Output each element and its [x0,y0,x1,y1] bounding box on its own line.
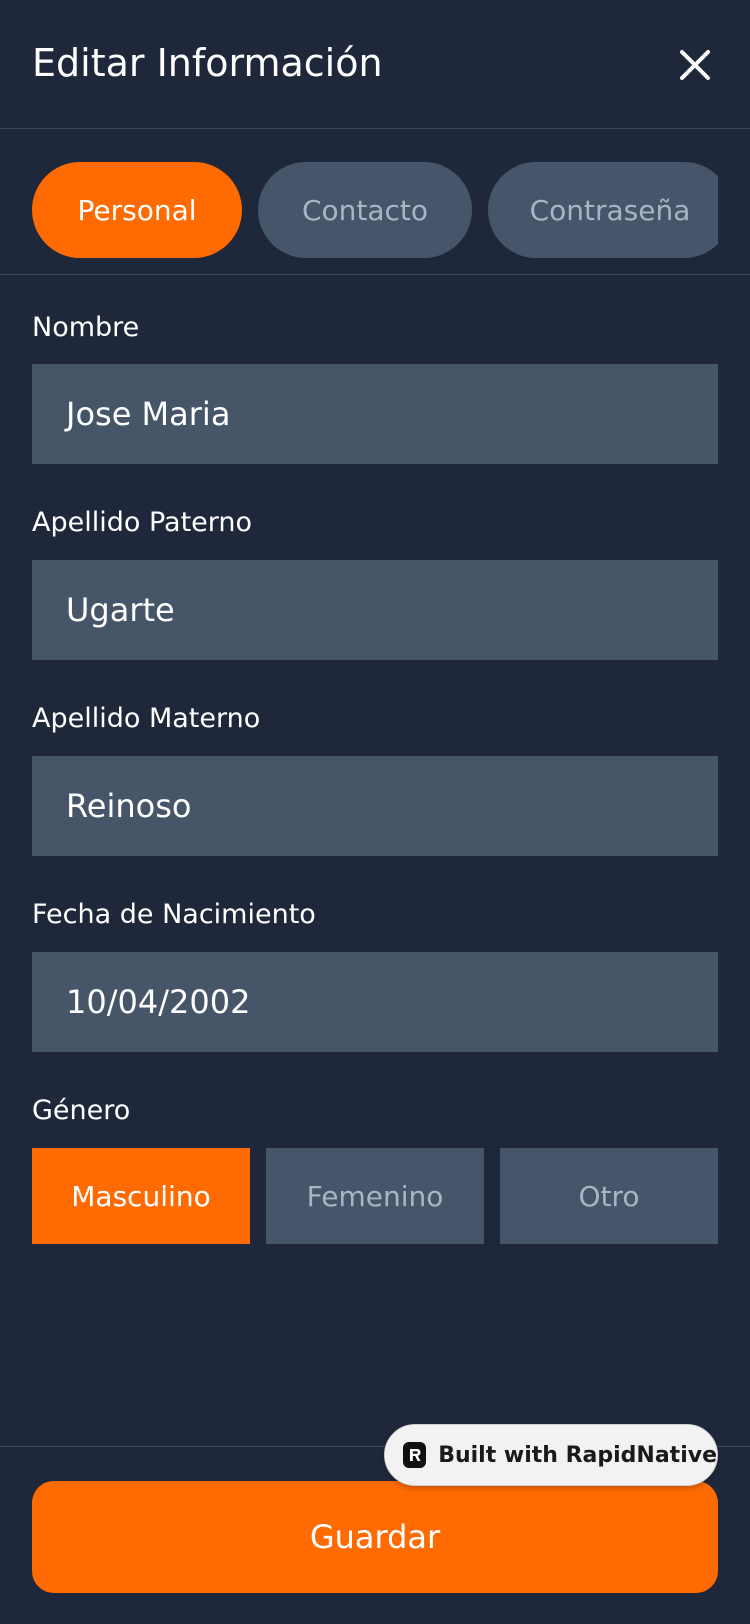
header: Editar Información [0,0,750,129]
apellido-materno-field[interactable]: Reinoso [32,756,718,856]
genero-label: Género [32,1095,131,1126]
fecha-nacimiento-field[interactable]: 10/04/2002 [32,952,718,1052]
gender-option-otro[interactable]: Otro [500,1148,718,1244]
built-with-badge[interactable]: Built with RapidNative [384,1424,718,1486]
rapidnative-logo-icon [403,1442,427,1468]
badge-label: Built with RapidNative [438,1442,717,1468]
close-icon [680,50,710,80]
nombre-field[interactable]: Jose Maria [32,364,718,464]
fecha-nacimiento-label: Fecha de Nacimiento [32,899,316,930]
gender-option-masculino[interactable]: Masculino [32,1148,250,1244]
nombre-label: Nombre [32,312,140,343]
save-button[interactable]: Guardar [32,1481,718,1593]
tab-personal[interactable]: Personal [32,162,242,258]
tab-contacto[interactable]: Contacto [258,162,472,258]
edit-info-screen: Editar Información Personal Contacto Con… [0,0,750,1624]
tabs-scroll[interactable]: Personal Contacto Contraseña [32,162,718,258]
page-title: Editar Información [32,41,383,85]
tab-contrasena[interactable]: Contraseña [488,162,718,258]
close-button[interactable] [672,42,718,88]
apellido-paterno-label: Apellido Paterno [32,507,253,538]
gender-option-femenino[interactable]: Femenino [266,1148,484,1244]
apellido-paterno-field[interactable]: Ugarte [32,560,718,660]
apellido-materno-label: Apellido Materno [32,703,261,734]
tabs-bar: Personal Contacto Contraseña [0,129,750,275]
